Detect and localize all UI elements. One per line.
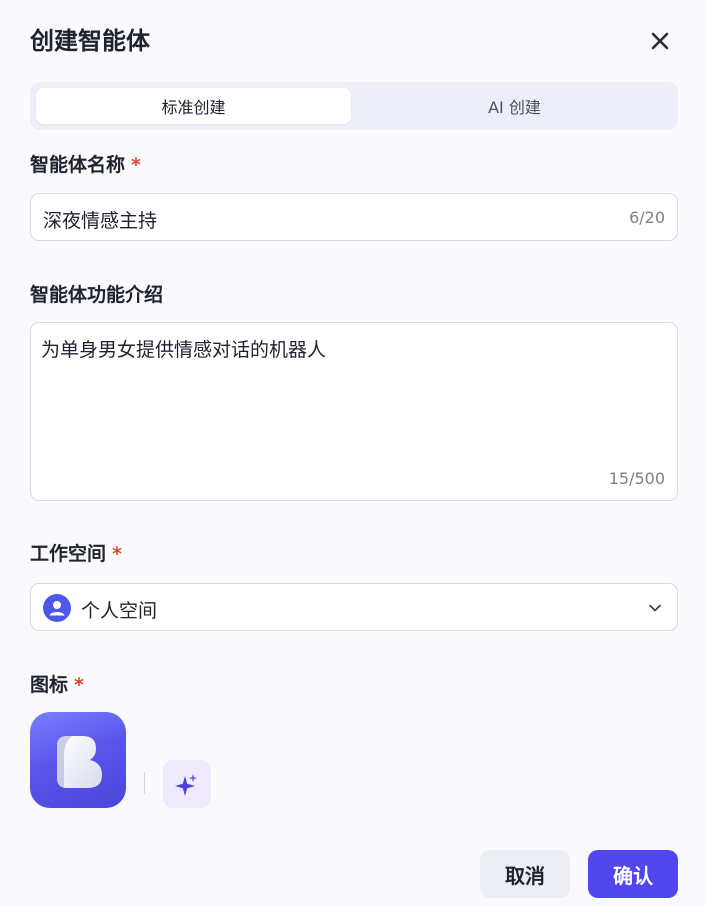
- icon-label-text: 图标: [30, 674, 69, 696]
- name-field-label: 智能体名称 *: [30, 152, 141, 178]
- name-label-text: 智能体名称: [30, 154, 126, 176]
- required-mark: *: [74, 674, 84, 696]
- agent-description-textarea[interactable]: 为单身男女提供情感对话的机器人 15/500: [30, 322, 678, 501]
- description-field-label: 智能体功能介绍: [30, 284, 164, 306]
- workspace-value: 个人空间: [81, 600, 158, 622]
- bot-b-icon: [57, 736, 102, 788]
- workspace-avatar: [43, 594, 71, 622]
- cancel-button[interactable]: 取消: [480, 850, 570, 898]
- user-icon: [49, 601, 65, 616]
- sparkle-icon: [175, 774, 197, 796]
- agent-app-icon[interactable]: [30, 712, 126, 808]
- tab-standard-create[interactable]: 标准创建: [36, 88, 351, 124]
- confirm-button[interactable]: 确认: [588, 850, 678, 898]
- chevron-down-icon: [649, 604, 661, 612]
- workspace-select[interactable]: 个人空间: [30, 583, 678, 631]
- create-agent-dialog: 创建智能体 标准创建 AI 创建 智能体名称 * 深夜情感主持 6/20 智能体功…: [0, 0, 707, 906]
- agent-name-input[interactable]: 深夜情感主持 6/20: [30, 193, 678, 241]
- required-mark: *: [131, 154, 141, 176]
- agent-name-value: 深夜情感主持: [43, 210, 158, 232]
- icon-divider: [144, 772, 145, 794]
- description-char-counter: 15/500: [608, 469, 665, 488]
- ai-generate-icon-button[interactable]: [163, 760, 211, 808]
- agent-description-value: 为单身男女提供情感对话的机器人: [41, 339, 327, 361]
- icon-field-label: 图标 *: [30, 672, 84, 698]
- workspace-label-text: 工作空间: [30, 543, 107, 565]
- workspace-field-label: 工作空间 *: [30, 541, 122, 567]
- create-mode-tabs: 标准创建 AI 创建: [30, 82, 678, 130]
- close-icon[interactable]: [646, 27, 674, 55]
- name-char-counter: 6/20: [629, 208, 665, 227]
- tab-ai-create[interactable]: AI 创建: [357, 88, 672, 124]
- dialog-title: 创建智能体: [30, 27, 150, 55]
- required-mark: *: [112, 543, 122, 565]
